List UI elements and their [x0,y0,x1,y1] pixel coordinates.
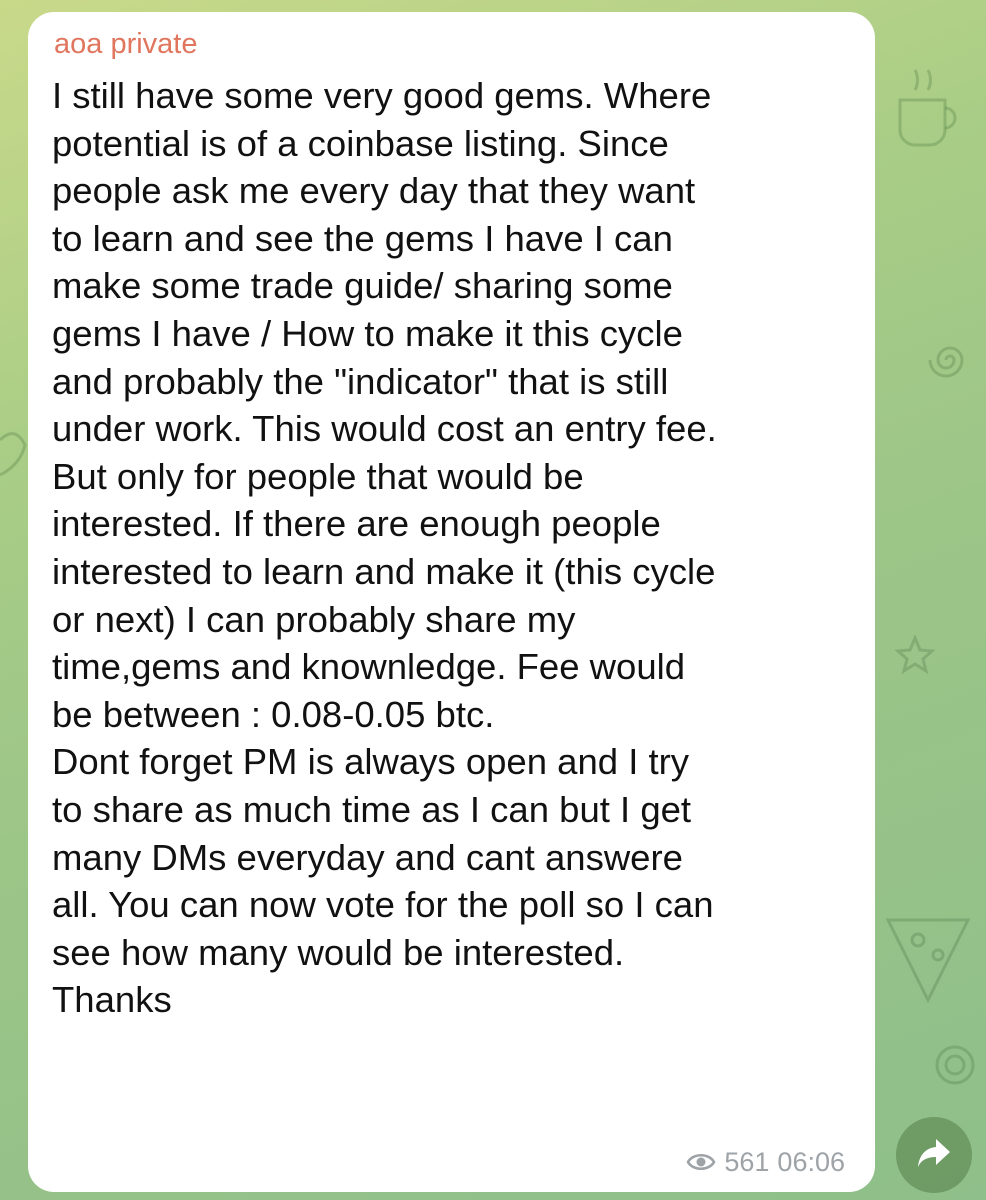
message-line: make some trade guide/ sharing some [52,265,673,307]
message-line: see how many would be interested. [52,931,625,973]
eye-icon [686,1151,716,1173]
message-line: interested. If there are enough people [52,503,661,545]
message-meta: 561 06:06 [686,1146,845,1178]
forward-button[interactable] [896,1117,972,1193]
message-line: many DMs everyday and cant answere [52,836,683,878]
pizza-doodle-icon [885,918,971,1004]
coffee-cup-doodle-icon [898,69,957,147]
message-line: gems I have / How to make it this cycle [52,312,683,354]
message-line: under work. This would cost an entry fee… [52,408,717,450]
view-count: 561 [724,1147,770,1177]
forward-arrow-icon [916,1137,952,1174]
message-bubble[interactable]: aoa private I still have some very good … [28,12,875,1192]
message-line: or next) I can probably share my [52,598,576,640]
message-line: Thanks [52,979,172,1021]
swirl-doodle-icon [928,346,964,378]
message-line: be between : 0.08-0.05 btc. [52,693,495,735]
circle-doodle-icon [935,1045,975,1085]
message-line: time,gems and knownledge. Fee would [52,646,686,688]
message-line: Dont forget PM is always open and I try [52,741,690,783]
message-line: people ask me every day that they want [52,170,696,212]
message-text: I still have some very good gems. Where … [52,72,864,1024]
heart-doodle-icon [0,432,27,477]
message-line: and probably the "indicator" that is sti… [52,360,669,402]
message-line: interested to learn and make it (this cy… [52,550,716,592]
sender-name[interactable]: aoa private [54,26,198,62]
message-line: to learn and see the gems I have I can [52,217,673,259]
message-line: I still have some very good gems. Where [52,75,712,116]
star-doodle-icon [895,635,935,675]
message-line: all. You can now vote for the poll so I … [52,884,714,926]
message-line: to share as much time as I can but I get [52,788,692,830]
message-line: But only for people that would be [52,455,584,497]
message-time: 06:06 [777,1147,845,1177]
message-line: potential is of a coinbase listing. Sinc… [52,122,669,164]
